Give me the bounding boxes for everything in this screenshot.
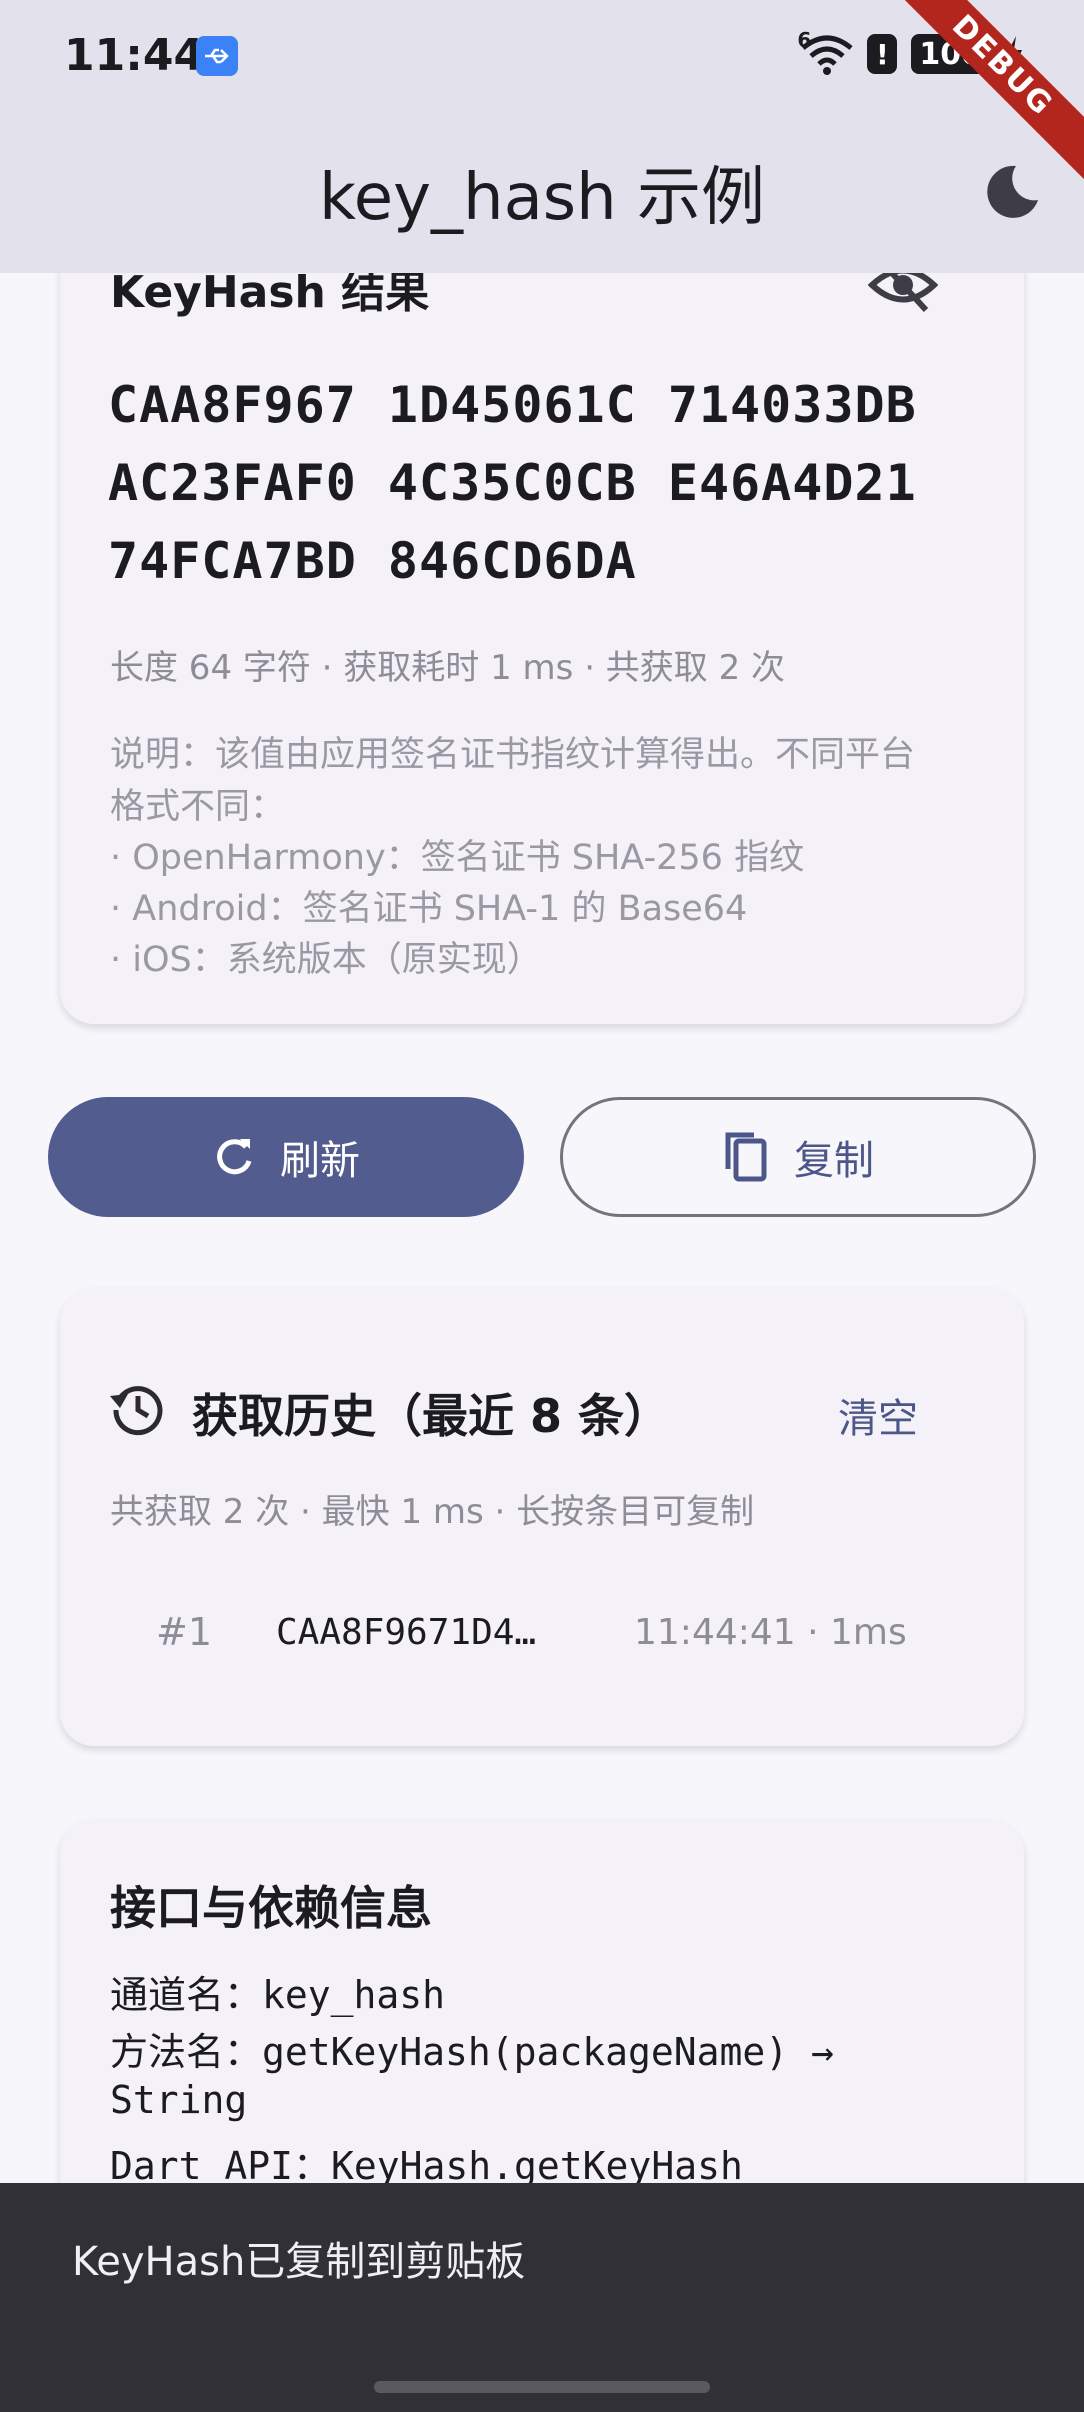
top-bar: 11:44 6 ! 100 DEBUG key_hash 示例 bbox=[0, 0, 1084, 273]
description-line: 格式不同： bbox=[110, 787, 286, 827]
home-indicator[interactable] bbox=[374, 2381, 710, 2393]
history-item-hash: CAA8F9671D4… bbox=[276, 1612, 537, 1653]
history-item[interactable]: #1 CAA8F9671D4… 11:44:41 · 1ms bbox=[60, 1588, 1024, 1688]
info-line: String bbox=[110, 2078, 248, 2122]
description-line: · OpenHarmony：签名证书 SHA-256 指纹 bbox=[110, 838, 805, 878]
dark-mode-icon[interactable] bbox=[980, 160, 1044, 224]
description-line: · Android：签名证书 SHA-1 的 Base64 bbox=[110, 889, 748, 929]
app-title: key_hash 示例 bbox=[318, 161, 766, 235]
copy-button[interactable]: 复制 bbox=[560, 1097, 1036, 1217]
history-card: 获取历史（最近 8 条） 清空 共获取 2 次 · 最快 1 ms · 长按条目… bbox=[60, 1288, 1024, 1746]
wifi-icon: 6 bbox=[797, 28, 853, 76]
description-line: 说明：该值由应用签名证书指纹计算得出。不同平台 bbox=[110, 735, 916, 775]
info-line: Dart API：KeyHash.getKeyHash bbox=[110, 2144, 743, 2188]
keyhash-result-card: KeyHash 结果 CAA8F967 1D45061C 714033DB AC… bbox=[60, 200, 1024, 1024]
result-meta: 长度 64 字符 · 获取耗时 1 ms · 共获取 2 次 bbox=[110, 648, 786, 688]
copy-label: 复制 bbox=[794, 1138, 874, 1184]
info-line: 通道名：key_hash bbox=[110, 1973, 446, 2017]
description-line: · iOS：系统版本（原实现） bbox=[110, 940, 542, 980]
history-icon bbox=[108, 1380, 166, 1438]
info-line: 方法名：getKeyHash(packageName) → bbox=[110, 2030, 834, 2074]
usb-icon bbox=[196, 36, 238, 76]
history-subtitle: 共获取 2 次 · 最快 1 ms · 长按条目可复制 bbox=[110, 1492, 755, 1532]
alert-icon: ! bbox=[867, 34, 898, 74]
copy-icon bbox=[722, 1129, 770, 1185]
hash-line: CAA8F967 1D45061C 714033DB bbox=[108, 376, 917, 434]
history-item-time: 11:44:41 · 1ms bbox=[634, 1612, 907, 1653]
signal-label: 6 bbox=[797, 28, 812, 52]
info-card-title: 接口与依赖信息 bbox=[110, 1881, 432, 1935]
status-time: 11:44 bbox=[64, 30, 205, 81]
clear-history-button[interactable]: 清空 bbox=[838, 1386, 918, 1444]
hash-line: 74FCA7BD 846CD6DA bbox=[108, 532, 637, 590]
hash-line: AC23FAF0 4C35C0CB E46A4D21 bbox=[108, 454, 917, 512]
refresh-label: 刷新 bbox=[280, 1138, 360, 1184]
refresh-button[interactable]: 刷新 bbox=[48, 1097, 524, 1217]
snackbar-message: KeyHash已复制到剪贴板 bbox=[72, 2239, 526, 2285]
history-title: 获取历史（最近 8 条） bbox=[192, 1389, 671, 1443]
refresh-icon bbox=[212, 1135, 256, 1179]
history-item-index: #1 bbox=[156, 1610, 213, 1654]
snackbar: KeyHash已复制到剪贴板 bbox=[0, 2183, 1084, 2412]
